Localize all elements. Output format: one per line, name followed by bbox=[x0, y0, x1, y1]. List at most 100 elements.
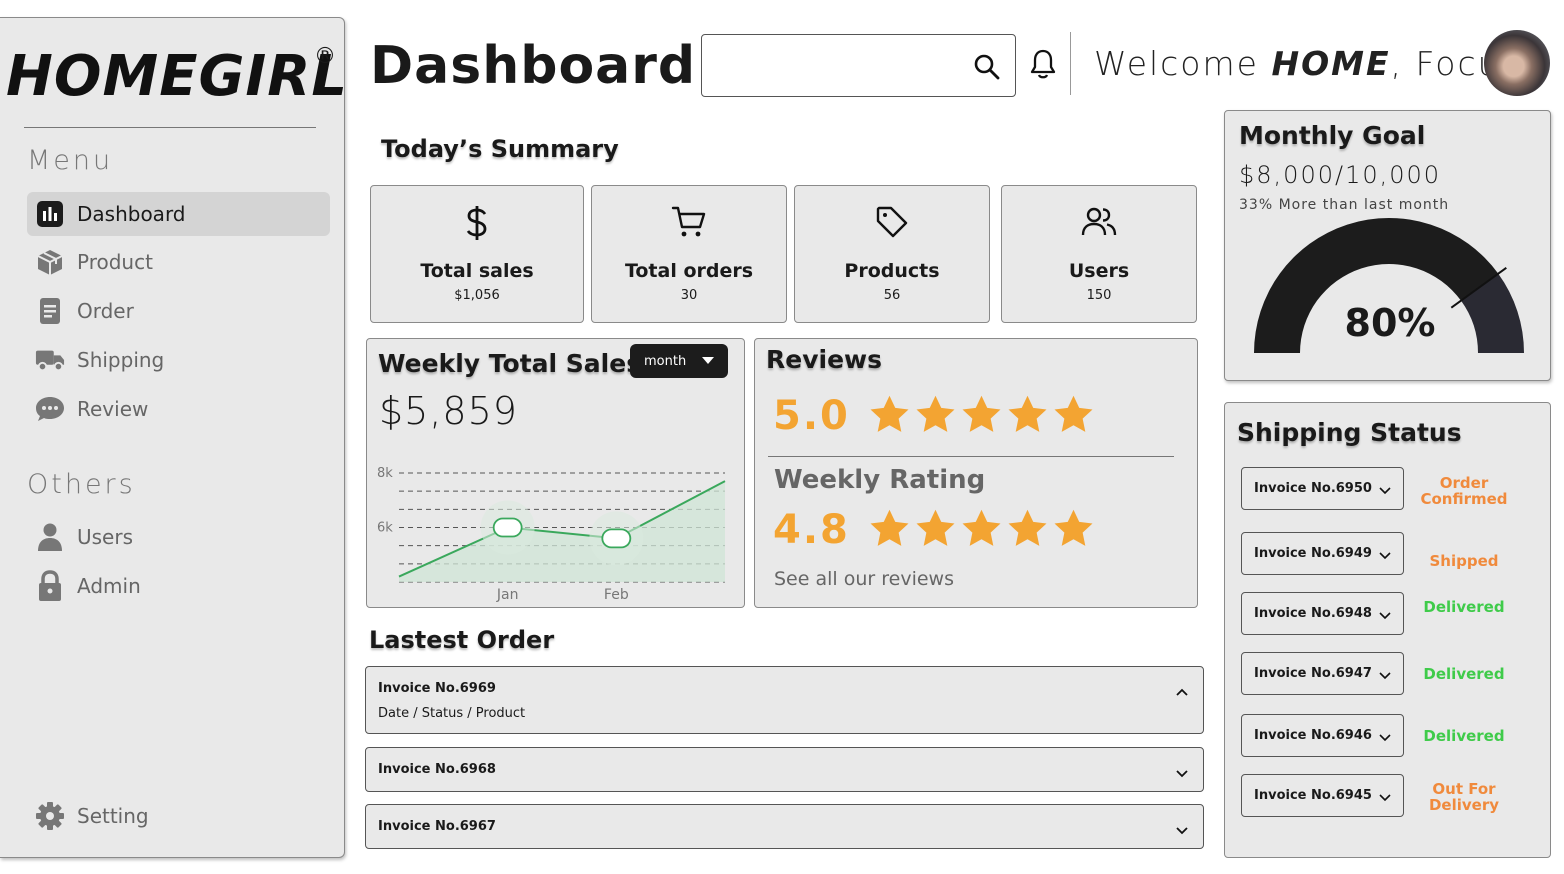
shipping-status-label: Out For Delivery bbox=[1428, 780, 1500, 814]
shipping-invoice: Invoice No.6947 bbox=[1254, 666, 1372, 681]
summary-card-products[interactable]: Products 56 bbox=[794, 185, 990, 323]
chevron-down-icon bbox=[1379, 484, 1391, 499]
search-box[interactable] bbox=[701, 34, 1016, 97]
avatar[interactable] bbox=[1484, 30, 1550, 96]
order-row-expanded[interactable]: Invoice No.6969 Date / Status / Product bbox=[365, 666, 1204, 734]
star-icon bbox=[1054, 509, 1093, 546]
overall-stars bbox=[868, 393, 1095, 436]
y-tick-label: 6k bbox=[377, 521, 393, 536]
sales-chart: 8k 6k Jan Feb bbox=[377, 466, 726, 603]
chevron-up-icon[interactable] bbox=[1175, 682, 1189, 701]
shipping-status-label: Delivered bbox=[1423, 665, 1505, 683]
chevron-down-icon bbox=[1379, 791, 1391, 806]
gear-icon bbox=[35, 801, 65, 831]
sidebar: HOMEGIRL ® Menu Dashboard Product Order … bbox=[0, 17, 348, 858]
sales-area bbox=[399, 481, 725, 582]
data-point[interactable] bbox=[601, 528, 632, 549]
sidebar-item-admin[interactable]: Admin bbox=[27, 564, 330, 608]
sidebar-item-product[interactable]: Product bbox=[27, 240, 330, 284]
users-icon bbox=[1080, 204, 1118, 242]
others-heading: Others bbox=[27, 469, 136, 500]
cart-icon bbox=[671, 204, 707, 242]
reviews-divider bbox=[768, 456, 1174, 457]
chat-bubble-icon bbox=[35, 394, 65, 424]
sidebar-item-order[interactable]: Order bbox=[27, 289, 330, 333]
sidebar-item-users[interactable]: Users bbox=[27, 515, 330, 559]
shipping-invoice-select[interactable]: Invoice No.6949 bbox=[1241, 532, 1404, 575]
see-all-reviews-link[interactable]: See all our reviews bbox=[774, 568, 954, 590]
sidebar-item-dashboard[interactable]: Dashboard bbox=[27, 192, 330, 236]
star-icon bbox=[916, 509, 955, 546]
summary-card-users[interactable]: Users 150 bbox=[1001, 185, 1197, 323]
shipping-invoice-select[interactable]: Invoice No.6948 bbox=[1241, 592, 1404, 635]
page-title: Dashboard bbox=[370, 36, 697, 96]
summary-card-total-sales[interactable]: Total sales $1,056 bbox=[370, 185, 584, 323]
weekly-rating: 4.8 bbox=[773, 507, 850, 553]
summary-label: Total orders bbox=[624, 260, 754, 282]
reviews-title: Reviews bbox=[766, 345, 883, 374]
tag-icon bbox=[874, 204, 910, 242]
shipping-invoice-select[interactable]: Invoice No.6945 bbox=[1241, 774, 1404, 817]
summary-label: Products bbox=[844, 260, 940, 282]
star-icon bbox=[916, 395, 955, 432]
shipping-invoice: Invoice No.6945 bbox=[1254, 788, 1372, 803]
box-icon bbox=[35, 247, 65, 277]
sidebar-item-setting[interactable]: Setting bbox=[27, 794, 330, 838]
search-icon[interactable] bbox=[973, 53, 1001, 85]
summary-title: Today’s Summary bbox=[381, 135, 619, 163]
sidebar-item-shipping[interactable]: Shipping bbox=[27, 338, 330, 382]
weekly-stars bbox=[868, 507, 1095, 550]
star-icon bbox=[870, 509, 909, 546]
monthly-goal-title: Monthly Goal bbox=[1239, 121, 1426, 150]
data-point[interactable] bbox=[492, 517, 523, 538]
notification-bell-icon[interactable] bbox=[1029, 48, 1057, 84]
shipping-status-title: Shipping Status bbox=[1237, 418, 1462, 447]
sidebar-item-label: Product bbox=[77, 250, 153, 274]
y-tick-label: 8k bbox=[377, 466, 393, 481]
summary-label: Users bbox=[1068, 260, 1130, 282]
star-icon bbox=[962, 509, 1001, 546]
summary-value: 150 bbox=[1086, 288, 1112, 303]
chevron-down-icon[interactable] bbox=[1175, 821, 1189, 840]
star-icon bbox=[1008, 509, 1047, 546]
summary-card-total-orders[interactable]: Total orders 30 bbox=[591, 185, 787, 323]
summary-value: 56 bbox=[883, 288, 901, 303]
shipping-invoice-select[interactable]: Invoice No.6946 bbox=[1241, 714, 1404, 757]
monthly-goal-card: Monthly Goal $8,000/10,000 33% More than… bbox=[1224, 110, 1551, 381]
monthly-goal-amount: $8,000/10,000 bbox=[1239, 161, 1442, 189]
sidebar-item-label: Shipping bbox=[77, 348, 165, 372]
summary-value: $1,056 bbox=[454, 288, 500, 303]
truck-icon bbox=[35, 345, 65, 375]
sidebar-item-review[interactable]: Review bbox=[27, 387, 330, 431]
sidebar-item-label: Review bbox=[77, 397, 149, 421]
welcome-prefix: Welcome bbox=[1094, 44, 1272, 83]
overall-rating: 5.0 bbox=[773, 393, 850, 439]
user-icon bbox=[35, 522, 65, 552]
brand-logo[interactable]: HOMEGIRL bbox=[6, 44, 348, 109]
weekly-sales-card: Weekly Total Sales $5,859 month 8k 6k Jan F… bbox=[366, 338, 745, 608]
monthly-goal-note: 33% More than last month bbox=[1239, 197, 1450, 213]
shipping-status-label: Order Confirmed bbox=[1420, 474, 1508, 508]
weekly-rating-title: Weekly Rating bbox=[774, 465, 986, 495]
summary-value: 30 bbox=[680, 288, 698, 303]
document-icon bbox=[35, 296, 65, 326]
shipping-invoice-select[interactable]: Invoice No.6947 bbox=[1241, 652, 1404, 695]
latest-order-title: Lastest Order bbox=[369, 626, 555, 654]
shipping-status-card: Shipping Status Invoice No.6950 Order Co… bbox=[1224, 402, 1551, 858]
sidebar-item-label: Dashboard bbox=[77, 202, 186, 226]
chevron-down-icon bbox=[1379, 731, 1391, 746]
reviews-card: Reviews 5.0 Weekly Rating 4.8 See all ou… bbox=[754, 338, 1198, 608]
search-input[interactable] bbox=[712, 35, 962, 95]
shipping-status-label: Delivered bbox=[1423, 727, 1505, 745]
shipping-status-label: Delivered bbox=[1423, 598, 1505, 616]
shipping-invoice: Invoice No.6949 bbox=[1254, 546, 1372, 561]
header-divider bbox=[1070, 32, 1071, 95]
dollar-icon bbox=[465, 204, 489, 242]
order-detail: Date / Status / Product bbox=[378, 706, 526, 721]
chevron-down-icon[interactable] bbox=[1175, 764, 1189, 783]
shipping-invoice-select[interactable]: Invoice No.6950 bbox=[1241, 467, 1404, 510]
order-row[interactable]: Invoice No.6968 bbox=[365, 747, 1204, 792]
order-row[interactable]: Invoice No.6967 bbox=[365, 804, 1204, 849]
shipping-invoice: Invoice No.6948 bbox=[1254, 606, 1372, 621]
shipping-invoice: Invoice No.6950 bbox=[1254, 481, 1372, 496]
